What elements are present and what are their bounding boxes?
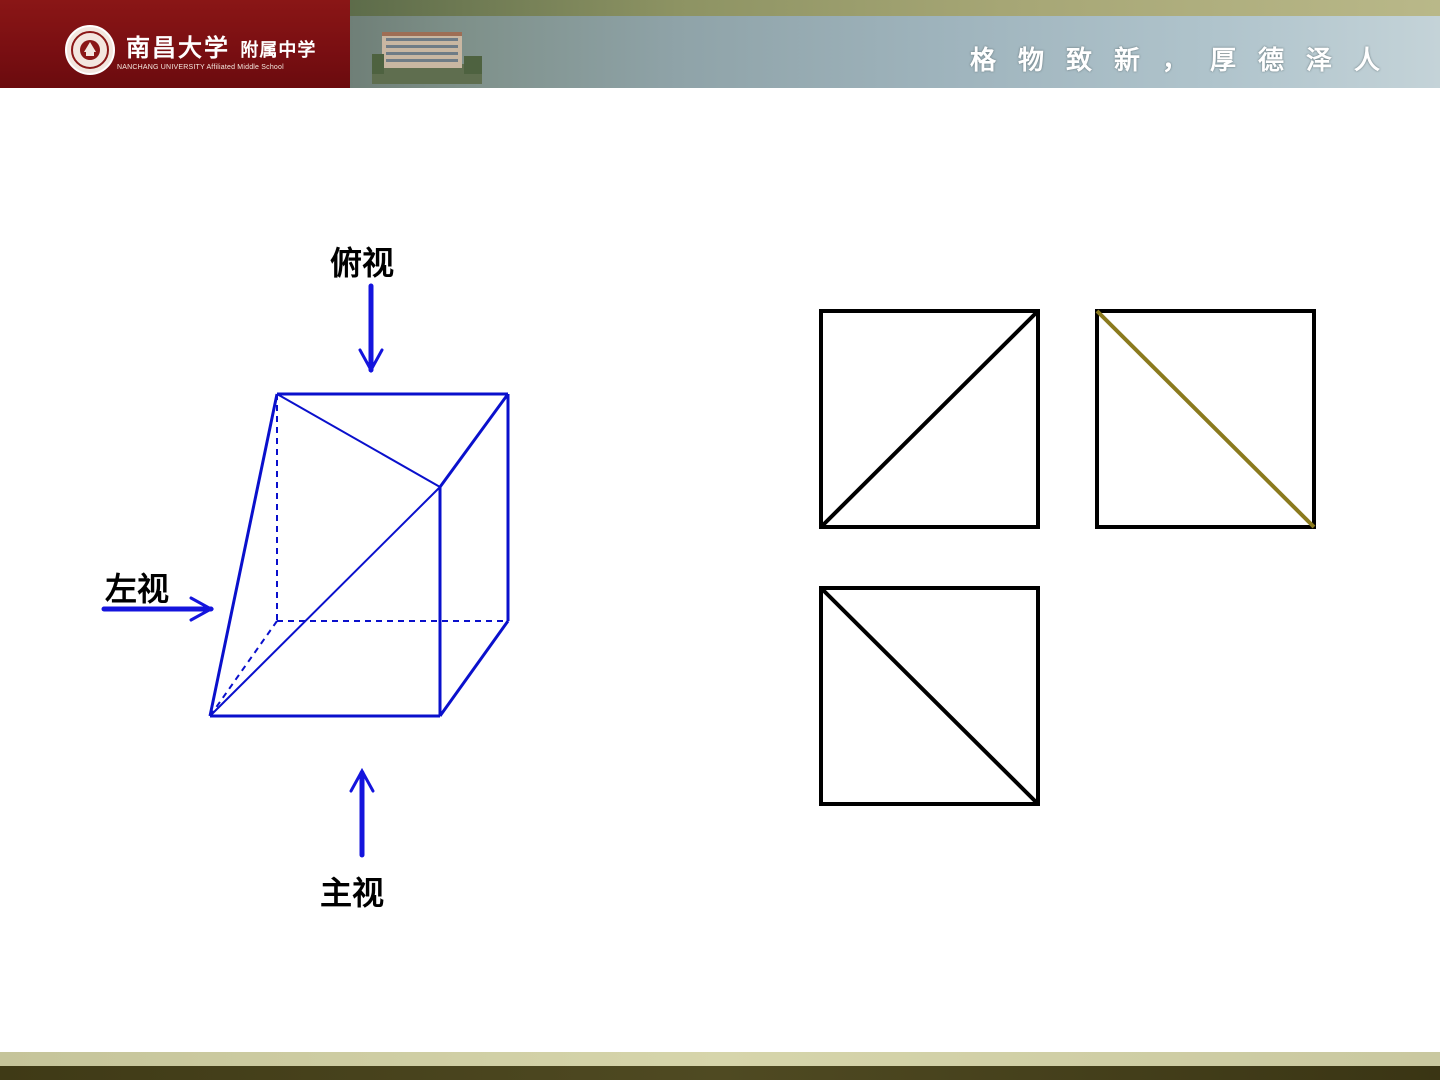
view-diagonal xyxy=(819,586,1040,806)
solid-edge-thin xyxy=(209,486,441,717)
top-view-arrow xyxy=(358,283,384,374)
solid-edge-thin xyxy=(276,393,441,488)
front-view xyxy=(819,309,1040,529)
footer-light-band xyxy=(0,1052,1440,1066)
left-view-arrow xyxy=(101,596,215,622)
left-view xyxy=(1095,309,1316,529)
slide: 南昌大学 附属中学 NANCHANG UNIVERSITY Affiliated… xyxy=(0,0,1440,1080)
three-view-diagram xyxy=(101,283,1316,858)
solid-figure xyxy=(208,392,510,718)
top-view xyxy=(819,586,1040,806)
solid-edge xyxy=(438,393,510,488)
front-view-arrow xyxy=(349,767,375,858)
hidden-edges xyxy=(209,394,508,717)
view-diagonal xyxy=(819,309,1040,529)
view-diagonal xyxy=(1095,309,1316,529)
footer-dark-band xyxy=(0,1066,1440,1080)
solid-edge xyxy=(438,620,510,717)
